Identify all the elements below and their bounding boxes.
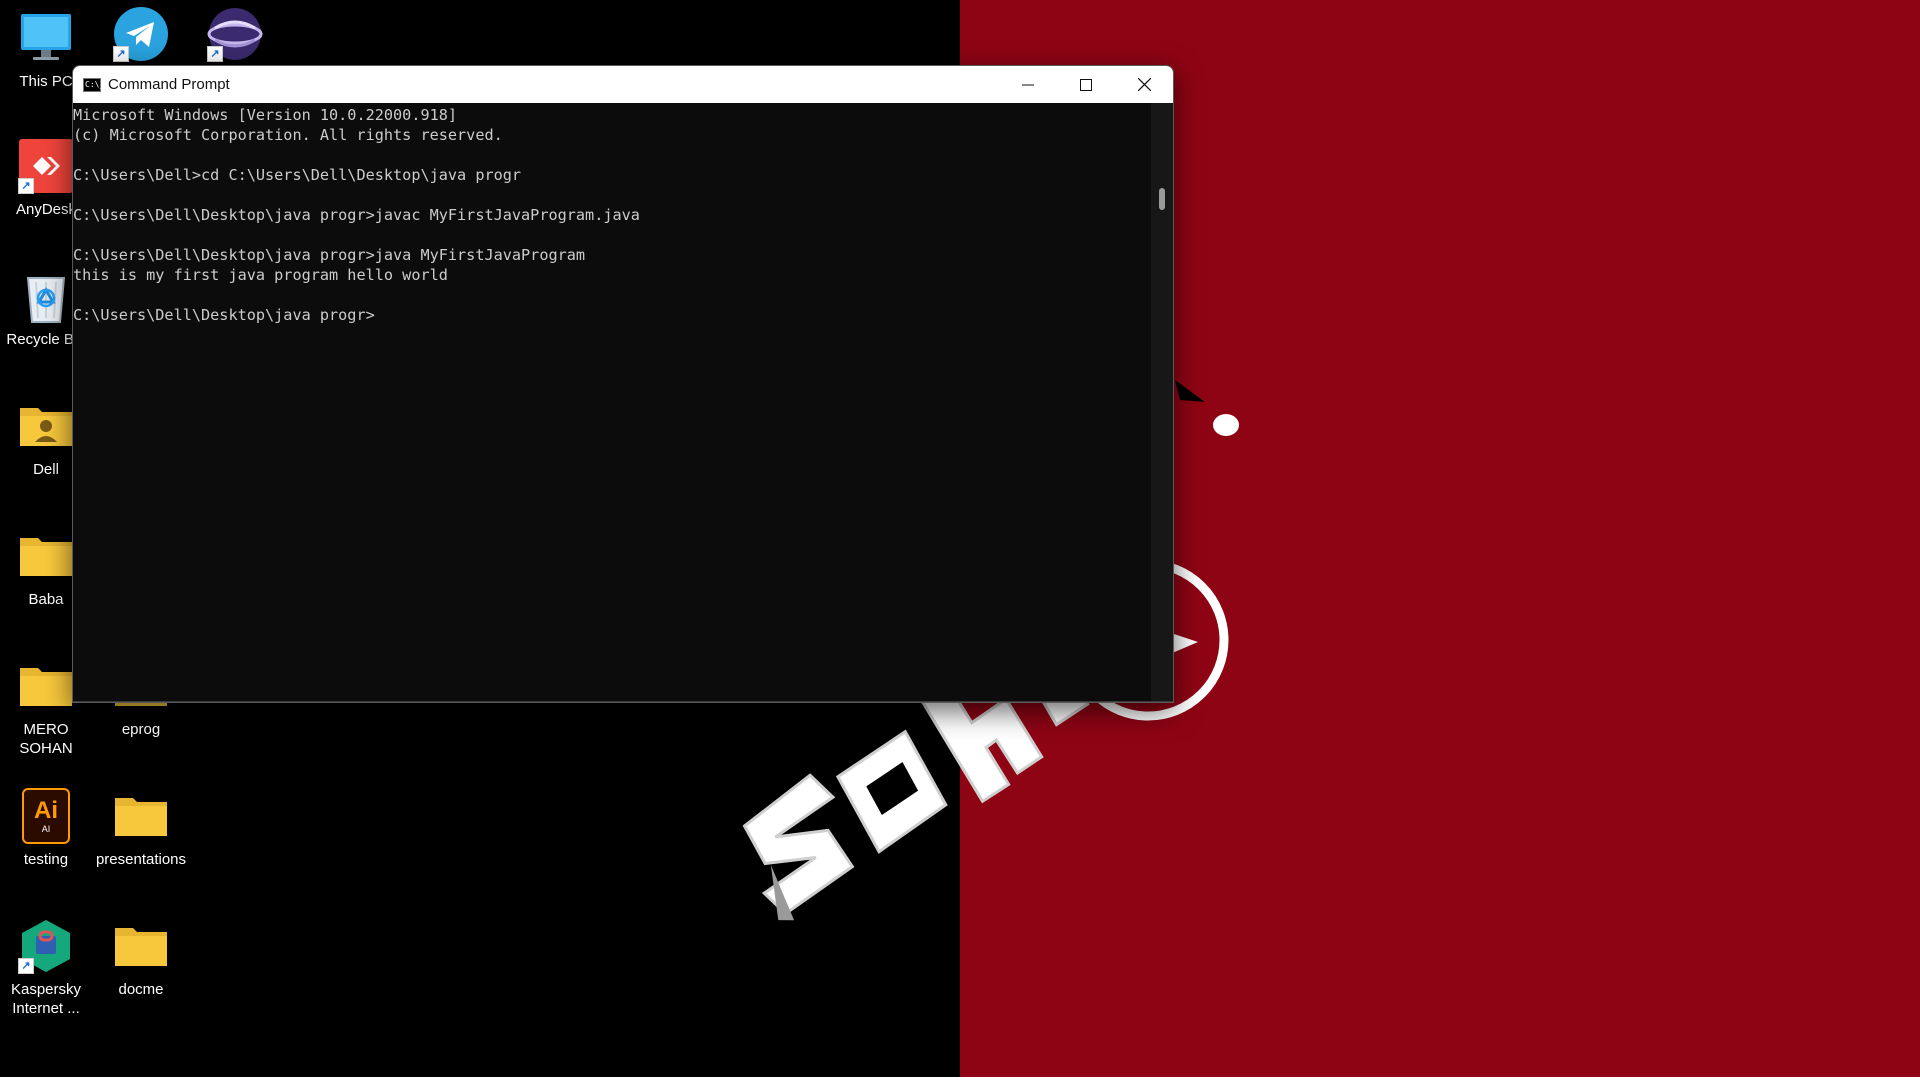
desktop-icon-eclipse[interactable]: ↗ [189,6,281,68]
desktop-icon-label: testing [23,851,69,868]
shortcut-arrow-icon: ↗ [113,46,129,62]
window-controls [999,66,1173,103]
desktop-icon-label: MERO SOHAN [19,721,73,757]
illustrator-icon: Ai AI [22,788,70,844]
minimize-icon [1022,84,1034,85]
scrollbar-thumb[interactable] [1159,188,1165,210]
wallpaper-dark-mark [1175,380,1205,402]
console-line: this is my first java program hello worl… [73,266,448,284]
desktop-icon-testing[interactable]: Ai AI testing [0,788,92,869]
telegram-icon: ↗ [113,6,169,62]
console-line: Microsoft Windows [Version 10.0.22000.91… [73,106,458,124]
maximize-icon [1080,78,1092,91]
console-output[interactable]: Microsoft Windows [Version 10.0.22000.91… [73,103,1153,702]
illustrator-glyph: Ai [34,797,58,824]
window-titlebar[interactable]: C:\_ Command Prompt [73,66,1173,103]
illustrator-sub: AI [41,824,51,834]
recycle-bin-icon [18,268,74,324]
maximize-button[interactable] [1057,66,1115,103]
window-bottom-border [73,701,1173,702]
shortcut-arrow-icon: ↗ [207,46,223,62]
desktop-icon-label: eprog [121,721,161,738]
console-prompt-line[interactable]: C:\Users\Dell\Desktop\java progr> [73,305,1153,325]
command-prompt-window[interactable]: C:\_ Command Prompt Microsoft Windows [V… [72,65,1174,703]
console-scrollbar[interactable] [1151,103,1173,702]
minimize-button[interactable] [999,66,1057,103]
eclipse-icon: ↗ [207,6,263,62]
console-line: (c) Microsoft Corporation. All rights re… [73,126,503,144]
console-line: C:\Users\Dell\Desktop\java progr>javac M… [73,206,640,224]
desktop-icon-label: docme [118,981,164,998]
shortcut-arrow-icon: ↗ [18,178,34,194]
wallpaper-dot-graphic [1213,414,1239,436]
close-icon [1137,78,1151,91]
shortcut-arrow-icon: ↗ [18,958,34,974]
desktop-icon-telegram[interactable]: ↗ [95,6,187,68]
kaspersky-icon: ↗ [18,918,74,974]
desktop-icon-label: Kaspersky Internet ... [10,981,82,1017]
desktop-icon-presentations[interactable]: presentations [95,788,187,869]
folder-icon [18,528,74,584]
monitor-icon [18,10,74,66]
anydesk-icon: ↗ [18,138,74,194]
folder-icon [113,788,169,844]
console-line: C:\Users\Dell>cd C:\Users\Dell\Desktop\j… [73,166,522,184]
folder-icon [113,918,169,974]
window-title: Command Prompt [108,76,230,93]
folder-icon [18,658,74,714]
user-folder-icon [18,398,74,454]
console-line: C:\Users\Dell\Desktop\java progr>java My… [73,246,586,264]
cmd-icon: C:\_ [83,77,104,92]
close-button[interactable] [1115,66,1173,103]
desktop-icon-kaspersky[interactable]: ↗ Kaspersky Internet ... [0,918,92,1018]
desktop-icon-label: presentations [95,851,187,868]
desktop-icon-docme[interactable]: docme [95,918,187,999]
